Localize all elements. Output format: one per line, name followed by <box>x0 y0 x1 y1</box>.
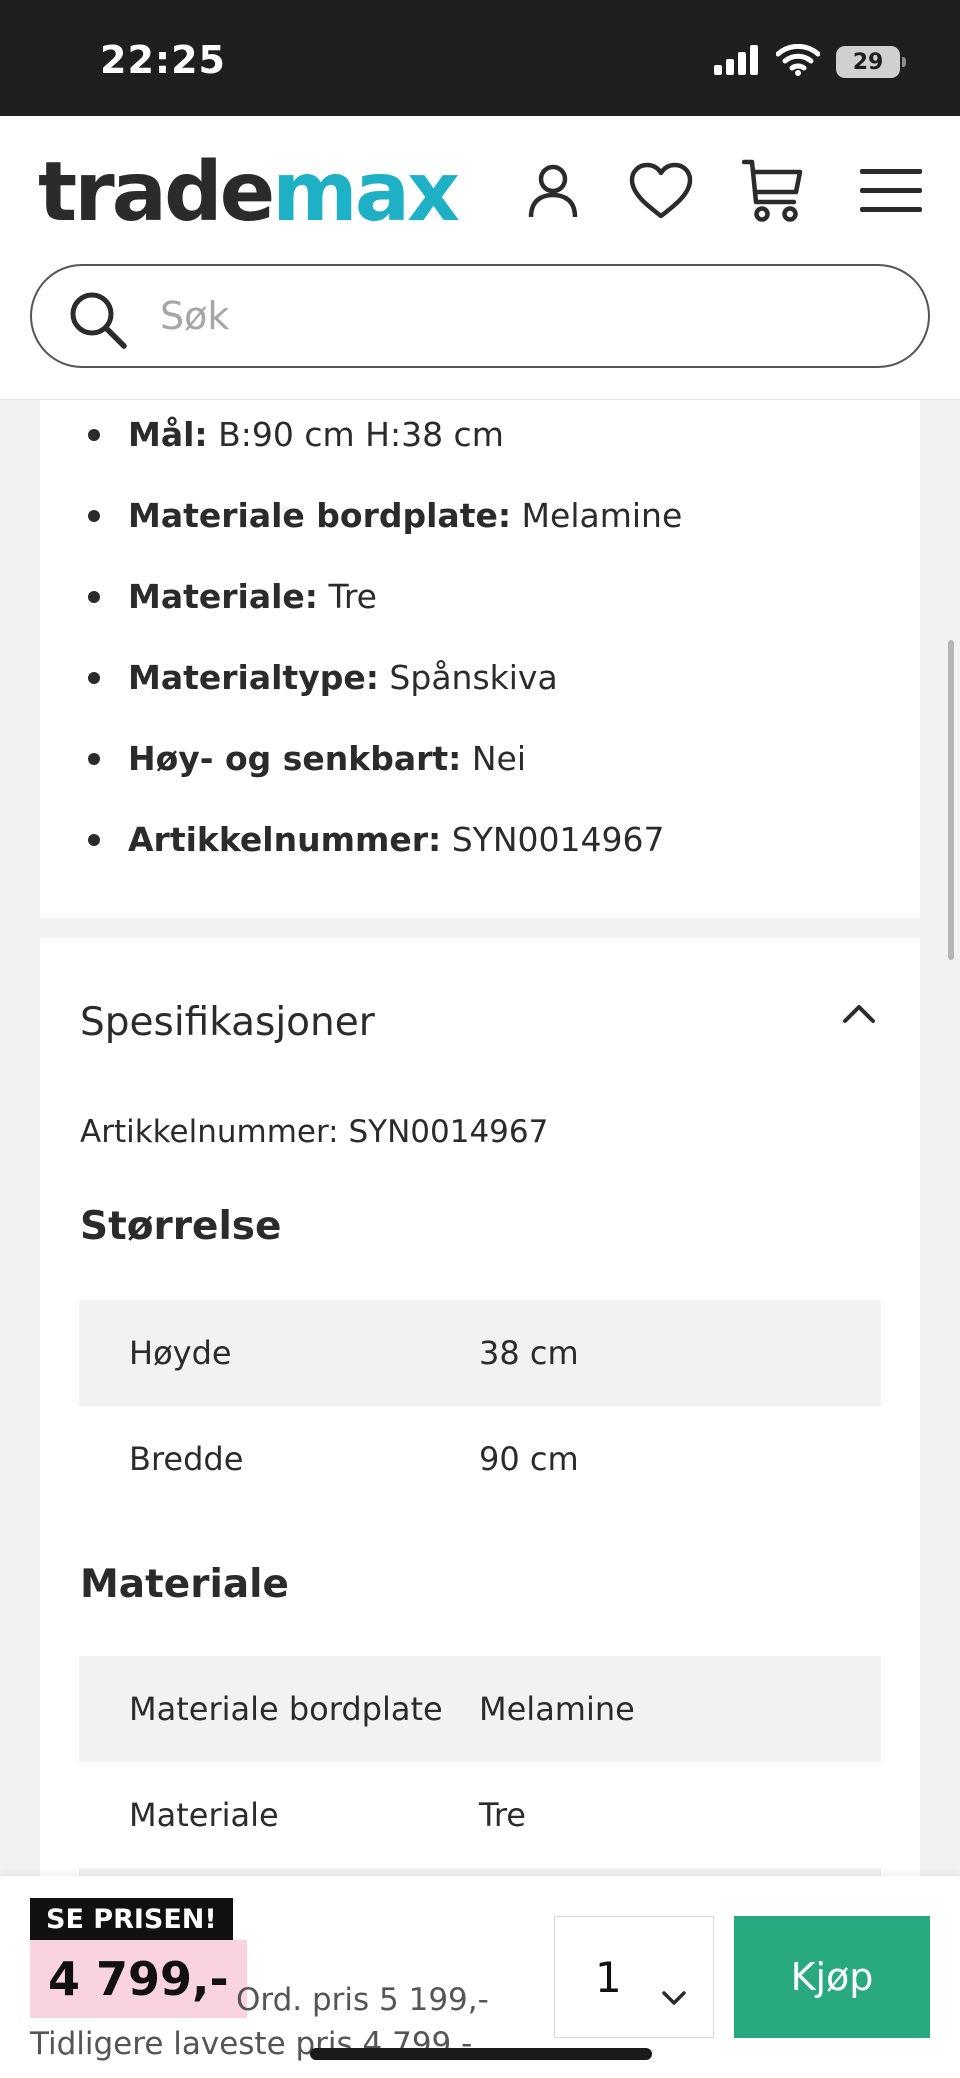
ordinary-price: Ord. pris 5 199,- <box>236 1982 489 2018</box>
article-number-line: Artikkelnummer: SYN0014967 <box>80 1114 548 1150</box>
menu-icon[interactable] <box>856 156 926 226</box>
info-label: Materiale bordplate: <box>128 496 512 535</box>
status-icons: 29 <box>714 42 906 82</box>
info-value: Nei <box>471 739 527 778</box>
buy-button[interactable]: Kjøp <box>734 1916 930 2038</box>
quantity-select[interactable]: 1 <box>554 1916 714 2038</box>
info-label: Høy- og senkbart: <box>128 739 462 778</box>
status-bar: 22:25 29 <box>0 0 960 116</box>
info-item-tabletop-material: Materiale bordplate: Melamine <box>40 489 920 570</box>
signal-icon <box>714 45 760 79</box>
search-icon[interactable] <box>68 290 128 354</box>
battery-icon: 29 <box>836 46 906 78</box>
chevron-up-icon[interactable] <box>842 1004 876 1028</box>
info-label: Artikkelnummer: <box>128 820 442 859</box>
chevron-down-icon <box>661 1967 687 2016</box>
section-heading-material: Materiale <box>80 1562 289 1607</box>
table-row: Materiale Tre <box>79 1762 881 1868</box>
home-indicator[interactable] <box>310 2048 652 2060</box>
search-bar[interactable] <box>30 264 930 368</box>
info-label: Materialtype: <box>128 658 379 697</box>
spec-key: Materiale <box>129 1796 279 1834</box>
table-row: Materiale bordplate Melamine <box>79 1656 881 1762</box>
size-table: Høyde 38 cm Bredde 90 cm <box>79 1300 881 1512</box>
battery-level: 29 <box>852 49 884 75</box>
promo-badge: SE PRISEN! <box>30 1898 233 1940</box>
spec-key: Materiale bordplate <box>129 1690 443 1728</box>
spec-key: Bredde <box>129 1440 244 1478</box>
info-item-dimensions: Mål: B:90 cm H:38 cm <box>40 408 920 489</box>
site-header: trademax <box>0 116 960 400</box>
search-input[interactable] <box>160 286 880 346</box>
heart-icon[interactable] <box>626 156 696 226</box>
info-value: B:90 cm H:38 cm <box>218 415 504 454</box>
specifications-title[interactable]: Spesifikasjoner <box>80 1000 375 1045</box>
quantity-value: 1 <box>595 1952 622 2002</box>
info-label: Materiale: <box>128 577 319 616</box>
info-value: SYN0014967 <box>451 820 665 859</box>
product-info-list: Mål: B:90 cm H:38 cm Materiale bordplate… <box>40 400 920 894</box>
spec-value: 38 cm <box>479 1334 579 1372</box>
trademax-logo[interactable]: trademax <box>38 152 460 234</box>
status-time: 22:25 <box>100 38 226 82</box>
spec-value: Melamine <box>479 1690 635 1728</box>
table-row: Høyde 38 cm <box>79 1300 881 1406</box>
spec-value: Tre <box>479 1796 526 1834</box>
info-item-material: Materiale: Tre <box>40 570 920 651</box>
logo-text-max: max <box>272 145 460 240</box>
section-heading-size: Størrelse <box>80 1204 282 1249</box>
info-item-article-number: Artikkelnummer: SYN0014967 <box>40 813 920 894</box>
account-icon[interactable] <box>518 156 588 226</box>
scrollbar[interactable] <box>948 640 954 960</box>
spec-value: 90 cm <box>479 1440 579 1478</box>
info-item-material-type: Materialtype: Spånskiva <box>40 651 920 732</box>
table-row: Bredde 90 cm <box>79 1406 881 1512</box>
article-number-value: SYN0014967 <box>348 1114 549 1150</box>
info-value: Melamine <box>521 496 683 535</box>
cart-icon[interactable] <box>738 156 808 226</box>
spec-key: Høyde <box>129 1334 232 1372</box>
info-value: Spånskiva <box>389 658 558 697</box>
article-number-label: Artikkelnummer: <box>80 1114 339 1150</box>
info-label: Mål: <box>128 415 208 454</box>
current-price: 4 799,- <box>30 1940 247 2018</box>
info-item-height-adjustable: Høy- og senkbart: Nei <box>40 732 920 813</box>
info-value: Tre <box>328 577 377 616</box>
logo-text-trade: trade <box>38 145 275 240</box>
wifi-icon <box>775 43 821 80</box>
product-info-panel: Mål: B:90 cm H:38 cm Materiale bordplate… <box>40 400 920 918</box>
